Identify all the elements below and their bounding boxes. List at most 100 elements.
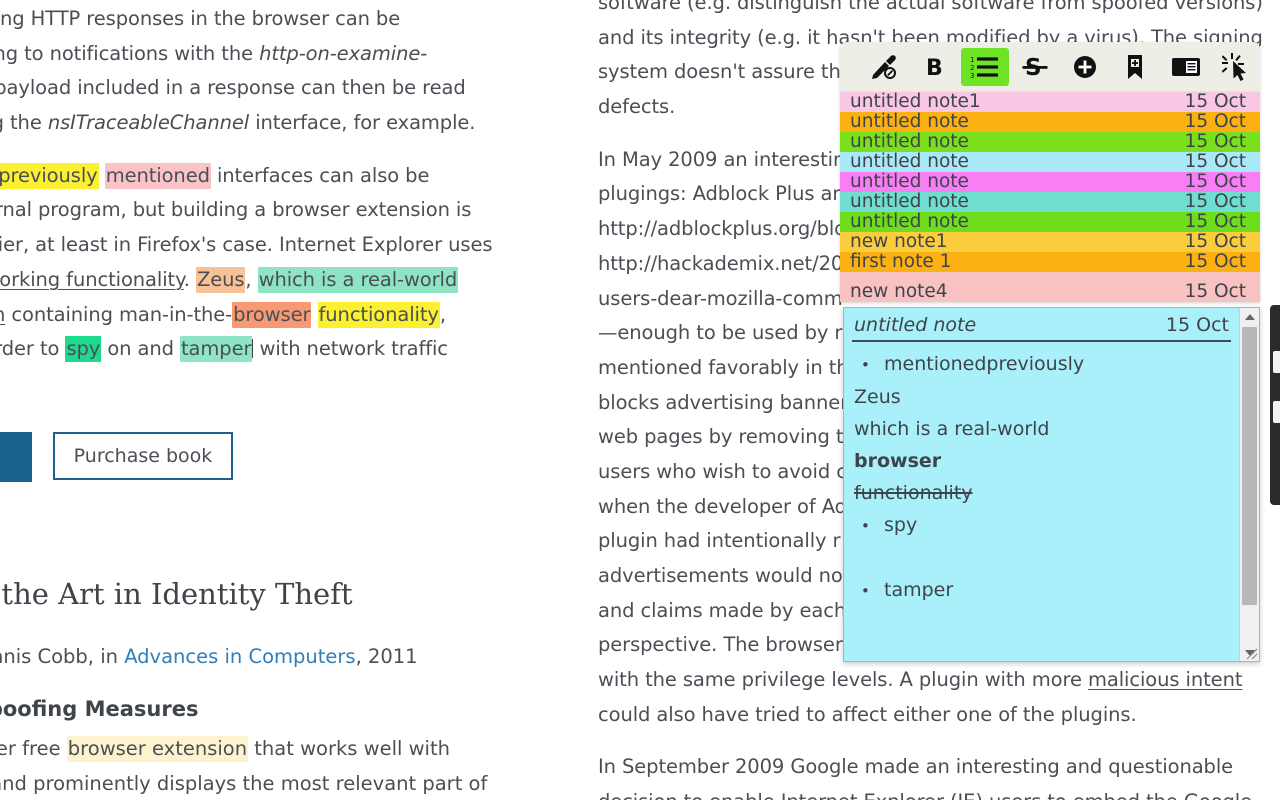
text-line: xternal program, but building a browser …: [0, 198, 472, 222]
note-line-text: mentionedpreviously: [884, 353, 1085, 375]
note-title: new note4: [850, 281, 948, 302]
note-date: 15 Oct: [1184, 151, 1246, 172]
link-malicious-intent[interactable]: malicious intent: [1088, 668, 1242, 691]
list-item[interactable]: untitled note 15 Oct: [840, 132, 1260, 152]
note-line[interactable]: browser: [854, 445, 1229, 477]
note-date: 15 Oct: [1184, 131, 1246, 152]
scrollbar-thumb[interactable]: [1242, 327, 1257, 605]
text-line: could also have tried to affect either o…: [598, 702, 1137, 726]
text-line: he payload included in a response can th…: [0, 76, 466, 100]
note-line[interactable]: Zeus: [854, 381, 1229, 413]
note-title: untitled note: [850, 131, 969, 152]
note-title: new note1: [850, 231, 948, 252]
purchase-block: Purchase book: [0, 432, 233, 482]
highlight-spy[interactable]: spy: [65, 336, 102, 363]
text-line: n order to spy on and tamper with networ…: [0, 336, 448, 363]
bullet-icon: •: [861, 356, 870, 374]
note-date: 15 Oct: [1184, 111, 1246, 132]
note-title: untitled note: [850, 171, 969, 192]
purchase-book-button[interactable]: Purchase book: [53, 432, 233, 480]
paragraph: In September 2009 Google made an interes…: [598, 750, 1280, 800]
highlight-browser[interactable]: browser: [232, 301, 312, 328]
list-item[interactable]: new note1 15 Oct: [840, 232, 1260, 252]
note-date: 15 Oct: [1184, 191, 1246, 212]
add-icon[interactable]: [1061, 48, 1109, 86]
note-date: 15 Oct: [1184, 231, 1246, 252]
list-item[interactable]: untitled note 15 Oct: [840, 212, 1260, 232]
svg-text:1: 1: [970, 56, 974, 64]
list-item[interactable]: new note4 15 Oct: [840, 272, 1260, 302]
reader-icon[interactable]: [1162, 48, 1210, 86]
document-left-column: oming HTTP responses in the browser can …: [0, 2, 524, 385]
note-line[interactable]: which is a real-world: [854, 413, 1229, 445]
text-line: etworking functionality. Zeus, which is …: [0, 266, 459, 293]
highlight-previously[interactable]: previously: [0, 162, 99, 189]
note-line-text: Zeus: [854, 386, 901, 408]
note-line-spacer: [854, 542, 1229, 574]
note-editor[interactable]: untitled note 15 Oct • mentionedprevious…: [844, 308, 1239, 661]
list-item[interactable]: untitled note 15 Oct: [840, 112, 1260, 132]
text-line: o's previously mentioned interfaces can …: [0, 159, 524, 194]
highlight-functionality[interactable]: functionality: [317, 301, 440, 328]
svg-text:B: B: [926, 56, 943, 80]
note-scrollbar[interactable]: [1239, 308, 1259, 661]
list-item[interactable]: untitled note 15 Oct: [840, 172, 1260, 192]
text-line: easier, at least in Firefox's case. Inte…: [0, 233, 493, 257]
highlight-tamper[interactable]: tamper: [180, 336, 253, 363]
note-detail-panel: untitled note 15 Oct • mentionedprevious…: [843, 307, 1260, 662]
text-line: software (e.g. distinguish the actual so…: [598, 0, 1263, 14]
list-item[interactable]: first note 1 15 Oct: [840, 252, 1260, 272]
accent-bar: [0, 432, 32, 482]
paragraph: oming HTTP responses in the browser can …: [0, 2, 524, 141]
list-icon[interactable]: 1 2 3: [960, 48, 1009, 86]
select-icon[interactable]: [1212, 48, 1260, 86]
text-line: with the same privilege levels. A plugin…: [598, 668, 1243, 692]
highlight-browser-extension[interactable]: browser extension: [66, 736, 249, 762]
bookmark-add-icon[interactable]: [1111, 48, 1159, 86]
text-line: er and prominently displays the most rel…: [0, 771, 488, 795]
note-line[interactable]: • spy: [854, 509, 1229, 542]
bullet-icon: •: [861, 582, 870, 600]
note-title: untitled note: [850, 211, 969, 232]
list-item[interactable]: untitled note 15 Oct: [840, 192, 1260, 212]
highlight-which-is-a-real-world[interactable]: which is a real-world: [257, 266, 459, 293]
note-line[interactable]: • mentionedpreviously: [854, 348, 1229, 381]
list-item[interactable]: untitled note 15 Oct: [840, 152, 1260, 172]
article-byline: Dennis Cobb, in Advances in Computers, 2…: [0, 645, 418, 668]
note-list[interactable]: untitled note1 15 Oct untitled note 15 O…: [840, 92, 1260, 302]
note-body[interactable]: • mentionedpreviously Zeus which is a re…: [852, 342, 1231, 607]
note-detail-date: 15 Oct: [1165, 314, 1229, 336]
note-date: 15 Oct: [1184, 251, 1246, 272]
note-line-text: which is a real-world: [854, 418, 1050, 440]
strikethrough-icon[interactable]: S: [1011, 48, 1059, 86]
text-line: ening to notifications with the http-on-…: [0, 41, 428, 65]
text-line: other free browser extension that works …: [0, 736, 450, 762]
note-detail-title[interactable]: untitled note: [854, 314, 976, 336]
resize-grip[interactable]: [1242, 644, 1258, 660]
note-title: untitled note1: [850, 92, 981, 112]
screen: oming HTTP responses in the browser can …: [0, 0, 1280, 800]
note-title: first note 1: [850, 251, 952, 272]
edge-toolbar-chip[interactable]: [1273, 401, 1280, 423]
paragraph-highlighted: o's previously mentioned interfaces can …: [0, 159, 524, 367]
note-date: 15 Oct: [1184, 281, 1246, 302]
article-title: of the Art in Identity Theft: [0, 577, 353, 611]
note-date: 15 Oct: [1184, 171, 1246, 192]
bold-icon[interactable]: B: [910, 48, 958, 86]
edge-toolbar-chip[interactable]: [1273, 351, 1280, 373]
note-title: untitled note: [850, 191, 969, 212]
scroll-up-icon[interactable]: [1240, 308, 1259, 325]
text-line: oming HTTP responses in the browser can …: [0, 7, 401, 30]
scrollbar-track[interactable]: [1240, 325, 1259, 644]
note-line-text: tamper: [884, 579, 954, 601]
byline-link[interactable]: Advances in Computers: [124, 645, 355, 668]
note-date: 15 Oct: [1184, 211, 1246, 232]
highlight-mentioned[interactable]: mentioned: [104, 162, 211, 189]
list-item[interactable]: untitled note1 15 Oct: [840, 92, 1260, 112]
note-line[interactable]: functionality: [854, 477, 1229, 509]
highlight-zeus[interactable]: Zeus: [195, 266, 246, 293]
highlighter-off-icon[interactable]: [860, 48, 908, 86]
edge-toolbar-sliver[interactable]: [1270, 305, 1280, 505]
note-line[interactable]: • tamper: [854, 574, 1229, 607]
svg-text:2: 2: [970, 64, 974, 72]
